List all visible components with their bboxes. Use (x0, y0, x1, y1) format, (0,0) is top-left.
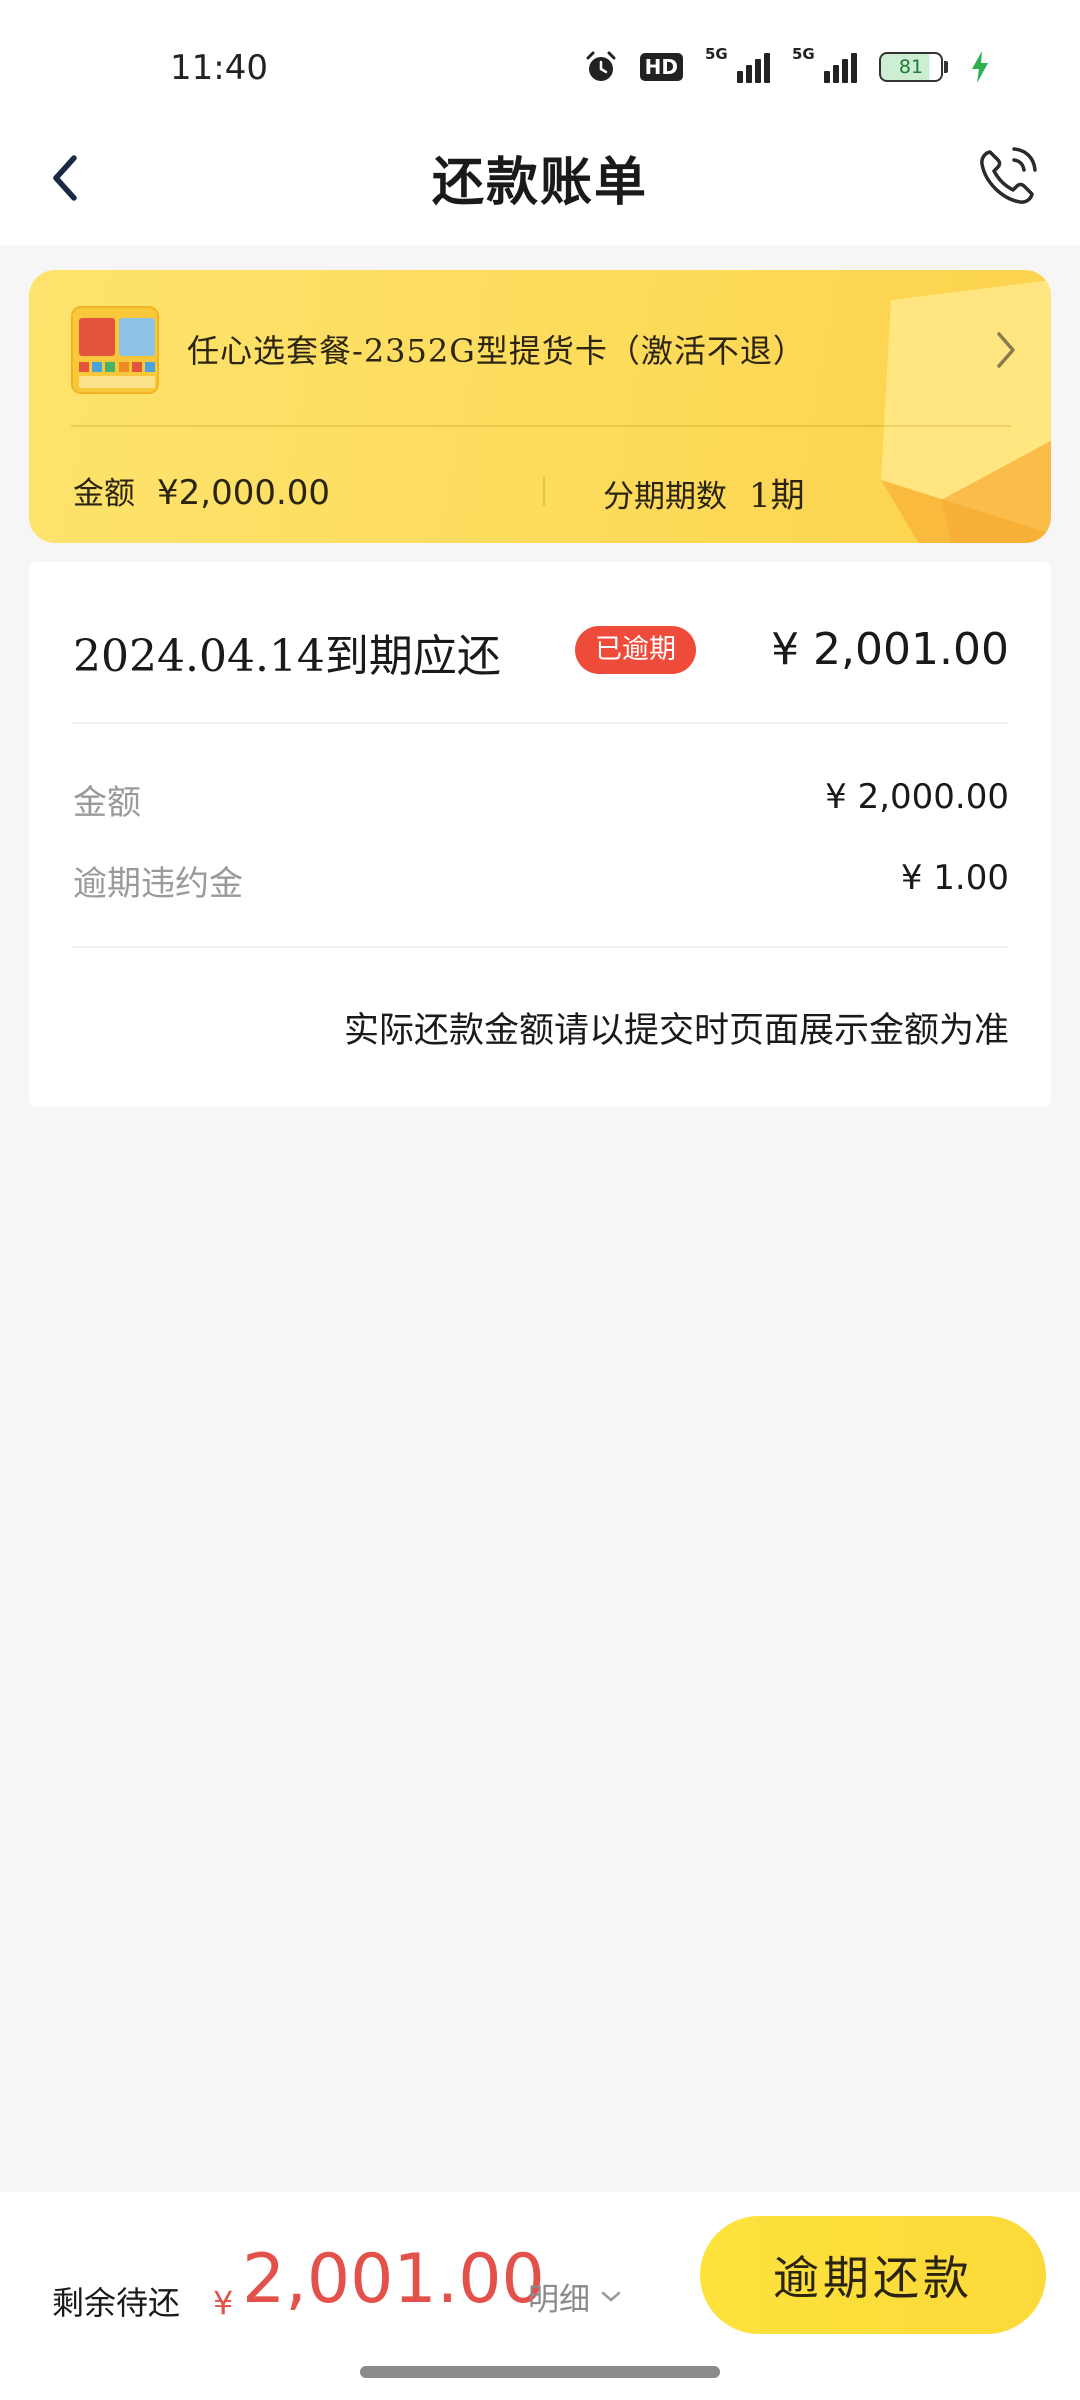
product-amount-label: 金额 (73, 476, 135, 512)
product-amount-value: ¥2,000.00 (157, 473, 331, 513)
installments-label: 分期期数 (603, 479, 727, 515)
page-title: 还款账单 (431, 152, 648, 213)
signal-5g-secondary-icon: 5G (792, 45, 857, 83)
due-row: 2024.04.14到期应还 已逾期 ¥ 2,001.00 (73, 620, 1009, 690)
installments: 分期期数 1期 (603, 468, 805, 517)
installments-value: 1期 (749, 476, 805, 516)
chevron-down-icon (601, 2291, 621, 2301)
remaining-amount: 2,001.00 (242, 2240, 545, 2319)
overdue-repay-button[interactable]: 逾期还款 (700, 2216, 1046, 2334)
hd-voice-icon: HD (639, 53, 683, 81)
detail-toggle-label: 明细 (528, 2282, 590, 2318)
detail-row-penalty: 逾期违约金 ¥ 1.00 (73, 856, 1009, 906)
due-amount: ¥ 2,001.00 (771, 624, 1009, 675)
home-indicator[interactable] (360, 2366, 720, 2378)
divider (73, 722, 1009, 724)
product-thumbnail (71, 306, 159, 394)
currency-symbol: ¥ (213, 2284, 234, 2322)
detail-value: ¥ 1.00 (900, 858, 1009, 898)
detail-value: ¥ 2,000.00 (825, 777, 1009, 817)
due-date-title: 2024.04.14到期应还 (73, 631, 501, 682)
chevron-right-icon (997, 332, 1015, 368)
product-name: 任心选套餐-2352G型提货卡（激活不退） (187, 332, 806, 370)
phone-call-icon (980, 147, 1037, 204)
detail-label: 金额 (73, 783, 141, 823)
overdue-status-badge: 已逾期 (575, 626, 696, 674)
divider (73, 946, 1009, 948)
product-amount: 金额 ¥2,000.00 (73, 468, 330, 513)
nav-bar: 还款账单 (0, 110, 1080, 245)
product-card[interactable]: 任心选套餐-2352G型提货卡（激活不退） 金额 ¥2,000.00 分期期数 … (29, 270, 1051, 543)
alarm-icon (584, 50, 618, 84)
customer-service-button[interactable] (972, 140, 1044, 212)
status-icons: HD 5G 5G 81 (584, 45, 990, 84)
bottom-action-bar: 剩余待还 ¥ 2,001.00 明细 逾期还款 (0, 2192, 1080, 2400)
battery-icon: 81 (879, 52, 948, 82)
status-time: 11:40 (170, 48, 268, 88)
card-divider (71, 425, 1011, 427)
remaining-label: 剩余待还 (52, 2284, 181, 2322)
card-separator (543, 476, 545, 506)
card-decoration (881, 280, 1051, 543)
detail-label: 逾期违约金 (73, 864, 243, 904)
bill-card: 2024.04.14到期应还 已逾期 ¥ 2,001.00 金额 ¥ 2,000… (29, 562, 1051, 1107)
repayment-note: 实际还款金额请以提交时页面展示金额为准 (343, 1011, 1009, 1051)
signal-5g-icon: 5G (705, 45, 770, 83)
charging-icon (970, 50, 990, 84)
detail-toggle-button[interactable]: 明细 (528, 2274, 622, 2319)
detail-row-principal: 金额 ¥ 2,000.00 (73, 775, 1009, 825)
